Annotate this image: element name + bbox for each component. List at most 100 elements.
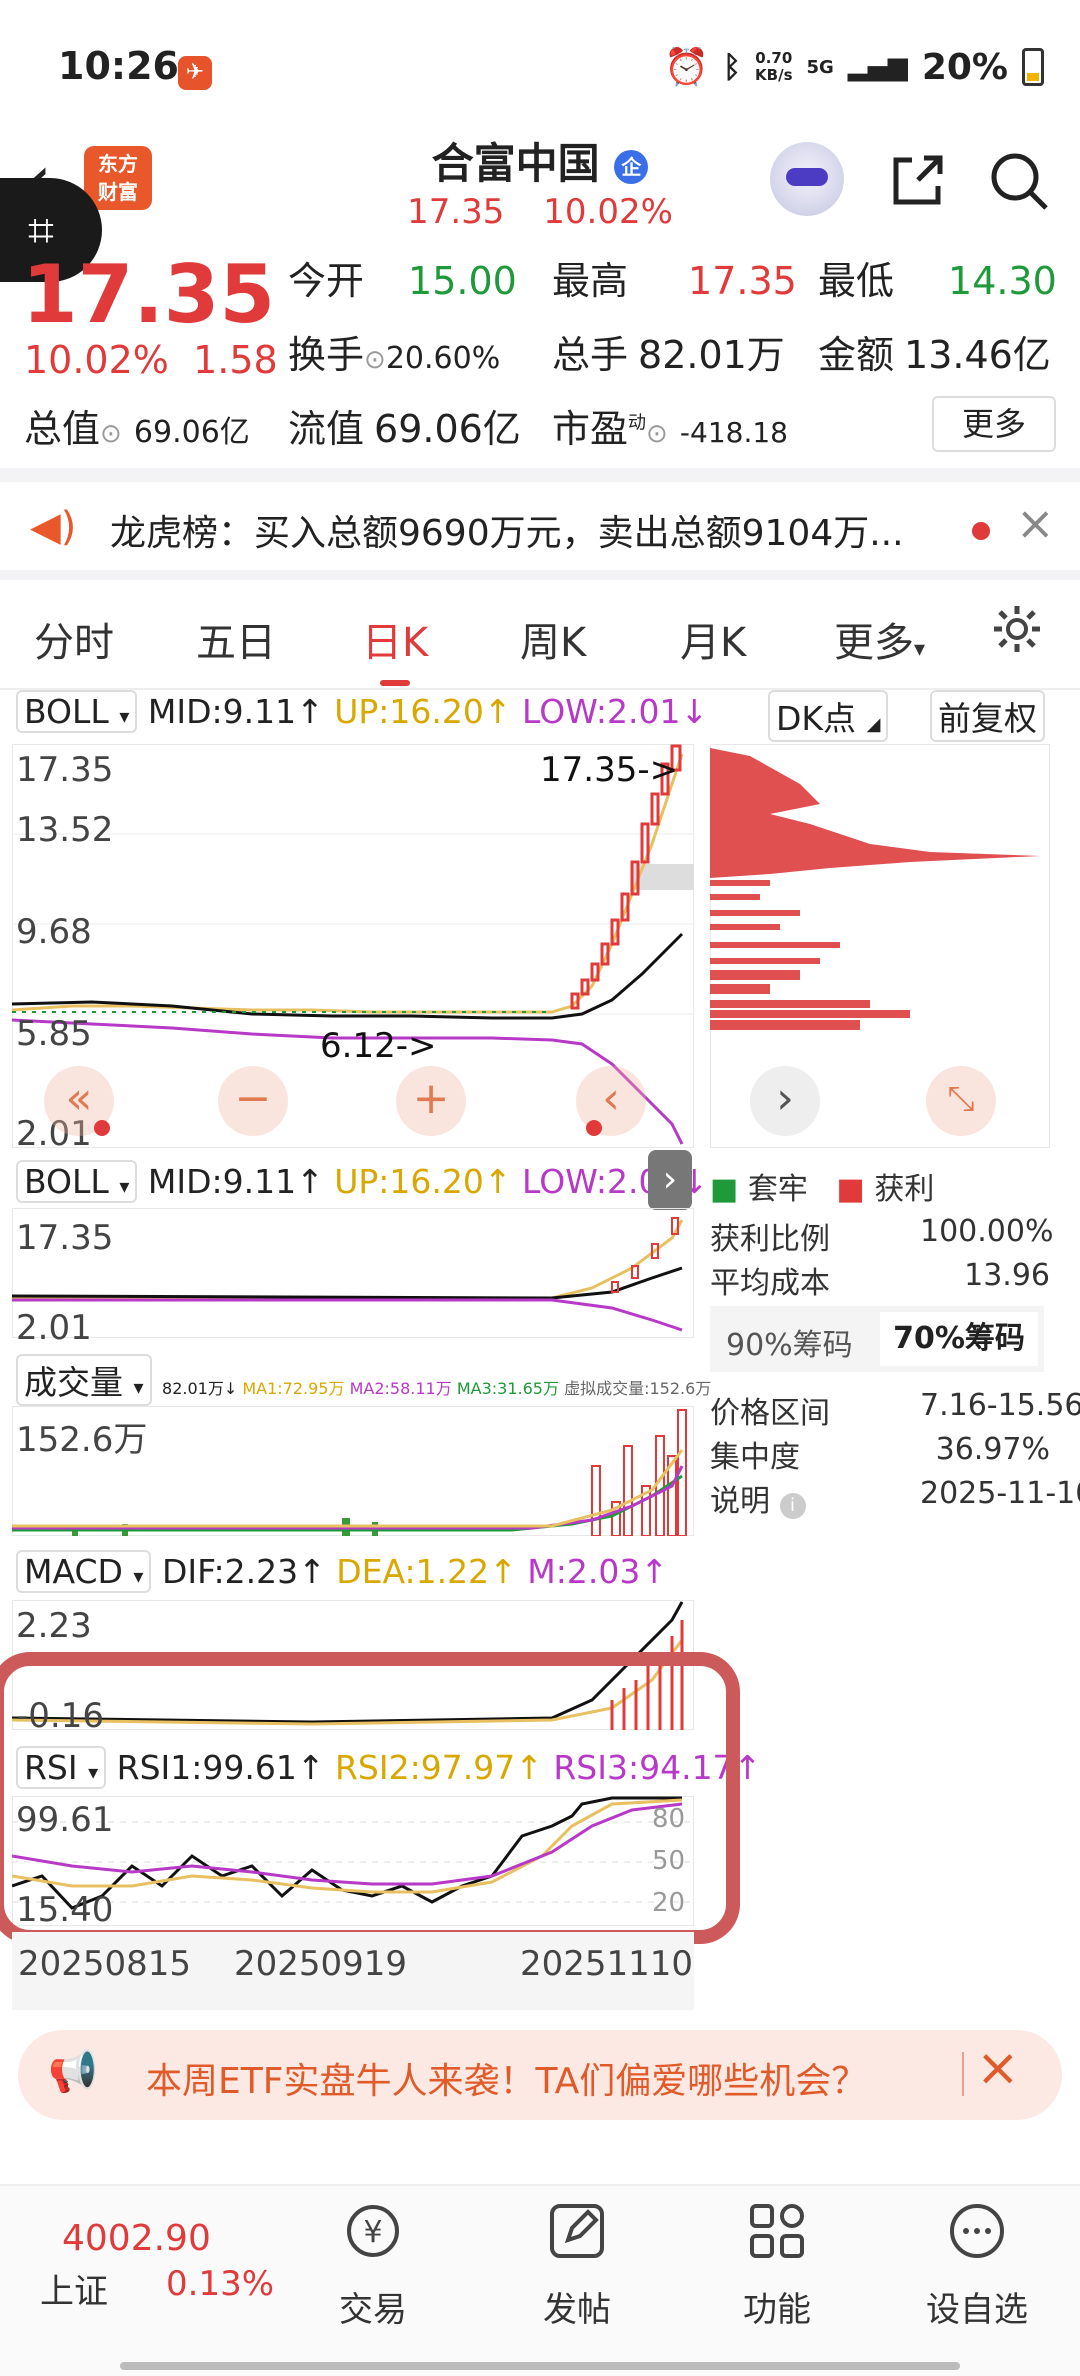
tab-chip-70[interactable]: 70%筹码 — [880, 1312, 1038, 1366]
post-button[interactable]: 发帖 — [512, 2282, 642, 2331]
date-tick: 20251110 — [520, 1944, 694, 1984]
bottom-toolbar: 4002.90 上证 0.13% ¥ 交易 发帖 功能 设自选 — [0, 2184, 1080, 2376]
average-cost: 平均成本 13.96 — [710, 1258, 1050, 1301]
boll-select[interactable]: BOLL ▾ — [16, 690, 138, 733]
main-y-tick: 9.68 — [16, 912, 92, 952]
price-range: 价格区间 7.16-15.56 — [710, 1388, 1080, 1431]
tab-intraday[interactable]: 分时 — [34, 610, 114, 668]
scroll-indicator — [120, 2362, 960, 2370]
main-y-tick: 5.85 — [16, 1014, 92, 1054]
collapse-arrow-icon[interactable]: › — [648, 1150, 692, 1210]
profit-ratio: 获利比例 100.00% — [710, 1214, 1054, 1257]
add-watchlist-button[interactable]: 设自选 — [912, 2282, 1042, 2331]
close-icon[interactable]: × — [1016, 496, 1055, 550]
settings-gear-icon[interactable] — [990, 602, 1044, 656]
index-value[interactable]: 4002.90 — [62, 2218, 211, 2259]
share-icon[interactable] — [888, 150, 948, 210]
main-y-tick: 17.35 — [16, 750, 114, 790]
network-type: 5G — [806, 56, 834, 78]
last-price: 17.35 — [22, 248, 276, 341]
boll-up-line — [12, 753, 684, 1014]
function-grid-icon[interactable] — [746, 2200, 808, 2262]
float-cap: 流值 69.06亿 — [288, 407, 521, 451]
enterprise-badge-icon: 企 — [614, 149, 649, 184]
kline-period-tabs: 分时 五日 日K 周K 月K 更多▾ — [0, 580, 1080, 690]
banner-text: 本周ETF实盘牛人来袭！TA们偏爱哪些机会？ — [146, 2061, 868, 2102]
battery-icon — [1022, 48, 1044, 86]
highlight-annotation-box — [0, 1652, 740, 1944]
quote-panel: 17.35 10.02% 1.58 总值⊙ 69.06亿 今开 15.00 最高 1… — [0, 250, 1080, 470]
tab-daily-k[interactable]: 日K — [362, 610, 428, 686]
chip-legend: ■ 套牢 ■ 获利 — [710, 1172, 935, 1207]
speaker-icon: ◀) — [30, 504, 77, 550]
boll2-y-tick: 2.01 — [16, 1308, 92, 1348]
date-tick: 20250919 — [234, 1944, 408, 1984]
info-icon[interactable]: i — [779, 1493, 806, 1519]
search-icon[interactable] — [988, 150, 1050, 212]
index-pct[interactable]: 0.13% — [166, 2264, 274, 2304]
tab-five-day[interactable]: 五日 — [196, 610, 276, 668]
alarm-icon: ⏰ — [664, 47, 710, 88]
high-price: 最高 17.35 — [552, 259, 797, 303]
turnover-rate: 换手⊙20.60% — [288, 333, 501, 377]
divider — [0, 570, 1080, 580]
tab-monthly-k[interactable]: 月K — [680, 610, 746, 668]
boll-sub-chart — [12, 1208, 694, 1338]
volume-indicator-bar: 成交量 ▾ 82.01万↓ MA1:72.95万 MA2:58.11万 MA3:… — [16, 1354, 711, 1406]
dk-point-select[interactable]: DK点 ◢ — [768, 690, 889, 742]
low-price: 最低 14.30 — [818, 259, 1057, 303]
function-button[interactable]: 功能 — [712, 2282, 842, 2331]
boll-indicator-bar: BOLL ▾ MID:9.11↑ UP:16.20↑ LOW:2.01↓ — [16, 690, 708, 733]
signal-dot — [94, 1120, 110, 1136]
trade-yen-icon[interactable]: ¥ — [342, 2200, 404, 2262]
dragon-tiger-bar[interactable]: ◀) 龙虎榜：买入总额9690万元，卖出总额9104万... × — [0, 482, 1080, 578]
chip-note: 说明 i 2025-11-10 — [710, 1476, 1080, 1519]
pe-ratio: 市盈动⊙ -418.18 — [552, 407, 788, 451]
tab-more[interactable]: 更多▾ — [834, 610, 925, 668]
concentration: 集中度 36.97% — [710, 1432, 1050, 1475]
adjust-select[interactable]: 前复权 — [930, 690, 1045, 742]
net-speed: 0.70 KB/s — [755, 49, 793, 84]
macd-select[interactable]: MACD ▾ — [16, 1550, 152, 1593]
expand-icon[interactable]: ⤡ — [926, 1066, 996, 1136]
bluetooth-icon: ᛒ — [723, 49, 742, 85]
banner-close-icon[interactable]: × — [976, 2038, 1020, 2098]
index-name[interactable]: 上证 — [40, 2264, 108, 2313]
date-axis: 20250815 20250919 20251110 — [12, 1932, 694, 2010]
volume-y-tick: 152.6万 — [16, 1420, 148, 1460]
watchlist-chat-icon[interactable] — [946, 2200, 1008, 2262]
total-volume: 总手 82.01万 — [552, 333, 785, 377]
main-y-tick: 13.52 — [16, 810, 114, 850]
price-change: 10.02% 1.58 — [24, 338, 278, 382]
volume-select[interactable]: 成交量 ▾ — [16, 1354, 152, 1406]
lhb-text: 龙虎榜：买入总额9690万元，卖出总额9104万... — [110, 513, 904, 554]
open-price: 今开 15.00 — [288, 259, 517, 303]
macd-indicator-bar: MACD ▾ DIF:2.23↑ DEA:1.22↑ M:2.03↑ — [16, 1550, 668, 1593]
more-quote-button[interactable]: 更多 — [932, 396, 1056, 452]
divider — [0, 468, 1080, 482]
chip-next-icon[interactable]: › — [750, 1066, 820, 1136]
trade-button[interactable]: 交易 — [308, 2282, 438, 2331]
signal-dot — [586, 1120, 602, 1136]
svg-text:¥: ¥ — [363, 2215, 382, 2250]
boll2-indicator-bar: BOLL ▾ MID:9.11↑ UP:16.20↑ LOW:2.01↓ — [16, 1160, 708, 1203]
min-price-marker: 6.12-> — [320, 1026, 437, 1066]
promo-banner[interactable]: 📢 本周ETF实盘牛人来袭！TA们偏爱哪些机会？ × — [18, 2030, 1062, 2120]
status-icons: ⏰ ᛒ 0.70 KB/s 5G ▂▄▆ 20% — [664, 46, 1044, 88]
chip-tabs: 90%筹码 70%筹码 — [710, 1306, 1044, 1372]
date-tick: 20250815 — [18, 1944, 192, 1984]
divider — [962, 2052, 964, 2096]
clock: 10:26 — [58, 44, 179, 88]
signal-icon: ▂▄▆ — [847, 52, 908, 82]
battery-text: 20% — [921, 46, 1008, 88]
post-edit-icon[interactable] — [546, 2200, 608, 2262]
tab-weekly-k[interactable]: 周K — [520, 610, 586, 668]
market-cap: 总值⊙ 69.06亿 — [24, 407, 250, 451]
ai-assistant-icon[interactable] — [770, 142, 844, 216]
zoom-out-icon[interactable]: − — [218, 1066, 288, 1136]
status-bar: 10:26 ✈ ⏰ ᛒ 0.70 KB/s 5G ▂▄▆ 20% — [0, 0, 1080, 140]
megaphone-icon: 📢 — [48, 2049, 98, 2095]
boll2-select[interactable]: BOLL ▾ — [16, 1160, 138, 1203]
zoom-in-icon[interactable]: + — [396, 1066, 466, 1136]
tab-chip-90[interactable]: 90%筹码 — [726, 1320, 853, 1364]
